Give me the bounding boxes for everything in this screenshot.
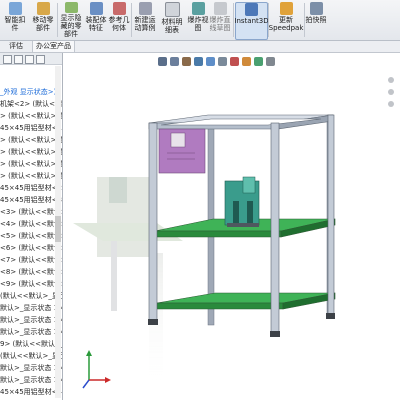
- tree-item[interactable]: <3> (默认<<默认>_: [0, 207, 62, 217]
- apply-scene-icon[interactable]: [254, 56, 263, 66]
- assembly-model[interactable]: [63, 53, 400, 400]
- graphics-area[interactable]: [63, 53, 400, 400]
- tree-item[interactable]: > (默认<<默认>_显: [0, 135, 62, 145]
- feature-tree-icon[interactable]: [3, 55, 12, 64]
- tree-item[interactable]: 默认>_显示状态 1>): [0, 327, 62, 337]
- explode-line-sketch-button[interactable]: 爆炸直 线草图: [208, 2, 232, 38]
- tree-item[interactable]: 默认>_显示状态 1>): [0, 363, 62, 373]
- tree-item[interactable]: > (默认<<默认>_显: [0, 147, 62, 157]
- tree-item[interactable]: 机架<2> (默认<<默: [0, 99, 62, 109]
- reference-triad: [82, 350, 111, 389]
- bom-icon: [164, 2, 180, 17]
- feature-manager-toolbar: [0, 53, 62, 65]
- tree-item[interactable]: 9> (默认<<默认>_显: [0, 339, 62, 349]
- display-style-icon[interactable]: [218, 56, 227, 66]
- tree-item[interactable]: 45×45用铝型材<3> (: [0, 195, 62, 205]
- tree-item[interactable]: <6> (默认<<默认>_: [0, 243, 62, 253]
- command-manager-tabs: 评估 办公室产品: [0, 41, 400, 53]
- show-hidden-components-button[interactable]: 显示隐 藏的零 部件: [58, 2, 84, 38]
- tree-item[interactable]: <8> (默认<<默认>_: [0, 267, 62, 277]
- view-orientation-icon[interactable]: [206, 56, 215, 66]
- property-manager-icon[interactable]: [14, 55, 23, 64]
- task-pane-pin[interactable]: [388, 89, 394, 95]
- exploded-view-button[interactable]: 爆炸视 图: [186, 2, 210, 38]
- bottom-shelf: [156, 292, 336, 310]
- tab-office-products[interactable]: 办公室产品: [32, 41, 75, 52]
- take-snapshot-button[interactable]: 拍快照: [305, 2, 327, 38]
- tree-item[interactable]: 默认>_显示状态 1>): [0, 375, 62, 385]
- section-view-icon[interactable]: [194, 56, 203, 66]
- update-speedpak-button[interactable]: 更新 Speedpak: [269, 2, 303, 38]
- tree-item[interactable]: 45×45用铝型材<2> (: [0, 183, 62, 193]
- tree-item[interactable]: <5> (默认<<默认>_: [0, 231, 62, 241]
- hide-show-icon[interactable]: [230, 56, 239, 66]
- tree-item[interactable]: > (默认<<默认>_显: [0, 111, 62, 121]
- tree-item[interactable]: (默认<<默认>_显示: [0, 351, 62, 361]
- tab-evaluate[interactable]: 评估: [6, 41, 26, 52]
- explode-line-sketch-icon: [213, 2, 227, 15]
- tree-item[interactable]: <9> (默认<<默认>_: [0, 279, 62, 289]
- leveling-feet: [148, 313, 335, 337]
- view-settings-icon[interactable]: [266, 56, 275, 66]
- motion-study-icon: [138, 2, 152, 15]
- fixture-assembly: [224, 176, 260, 227]
- bill-of-materials-button[interactable]: 材料明 细表: [160, 2, 184, 38]
- task-pane-pin[interactable]: [388, 77, 394, 83]
- feature-manager-tree: _外观 显示状态>) 机架<2> (默认<<默 > (默认<<默认>_显 45×45用…: [0, 53, 63, 400]
- tree-item[interactable]: _外观 显示状态>): [0, 87, 62, 97]
- assembly-features-icon: [89, 2, 103, 15]
- configuration-manager-icon[interactable]: [25, 55, 34, 64]
- show-hidden-icon: [64, 2, 78, 13]
- tree-item[interactable]: 45×45用铝型材<4> (: [0, 387, 62, 397]
- command-ribbon: 智能扣 件 移动零 部件 显示隐 藏的零 部件 装配体 特征 参考几 何体 新建…: [0, 0, 400, 41]
- zoom-area-icon[interactable]: [170, 56, 179, 66]
- instant3d-icon: [245, 3, 258, 16]
- tree-item[interactable]: 默认>_显示状态 1>): [0, 303, 62, 313]
- tree-scrollbar-thumb[interactable]: [55, 216, 61, 242]
- top-frame: [148, 114, 334, 130]
- move-component-icon: [36, 2, 50, 15]
- move-component-button[interactable]: 移动零 部件: [30, 2, 56, 38]
- assembly-features-button[interactable]: 装配体 特征: [84, 2, 108, 38]
- tree-item[interactable]: 默认>_显示状态 1>): [0, 315, 62, 325]
- tree-item[interactable]: > (默认<<默认>_显: [0, 159, 62, 169]
- tree-item[interactable]: 45×45用铝型材<1> (: [0, 123, 62, 133]
- previous-view-icon[interactable]: [182, 56, 191, 66]
- instant3d-button[interactable]: Instant3D: [234, 2, 269, 40]
- reference-geometry-button[interactable]: 参考几 何体: [108, 2, 130, 38]
- exploded-view-icon: [191, 2, 205, 15]
- camera-icon: [309, 2, 323, 15]
- new-motion-study-button[interactable]: 新建运 动算例: [132, 2, 158, 38]
- smart-fasteners-icon: [8, 2, 22, 15]
- task-pane-pin[interactable]: [388, 101, 394, 107]
- tree-item[interactable]: > (默认<<默认>_显: [0, 171, 62, 181]
- edit-appearance-icon[interactable]: [242, 56, 251, 66]
- tree-item[interactable]: <7> (默认<<默认>_: [0, 255, 62, 265]
- tree-item[interactable]: (默认<<默认>_显示: [0, 291, 62, 301]
- tree-scrollbar[interactable]: [55, 66, 61, 398]
- reference-geometry-icon: [112, 2, 126, 15]
- smart-fasteners-button[interactable]: 智能扣 件: [2, 2, 28, 38]
- heads-up-view-toolbar: [158, 55, 368, 67]
- speedpak-icon: [279, 2, 293, 15]
- electrical-panel: [158, 128, 206, 174]
- tree-item[interactable]: <4> (默认<<默认>_: [0, 219, 62, 229]
- zoom-to-fit-icon[interactable]: [158, 56, 167, 66]
- display-manager-icon[interactable]: [36, 55, 45, 64]
